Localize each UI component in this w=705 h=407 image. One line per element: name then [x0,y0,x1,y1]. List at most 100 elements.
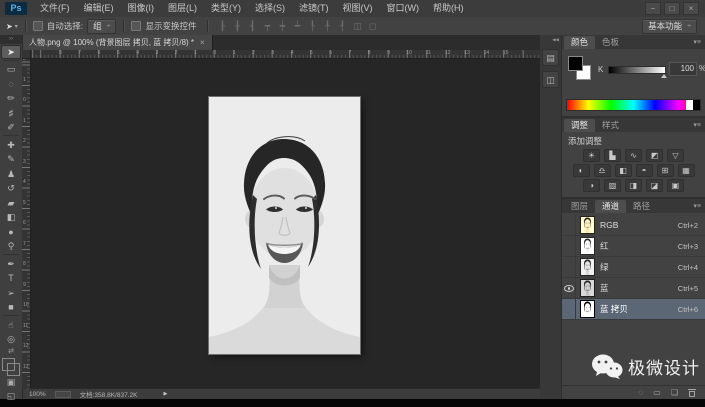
history-brush-tool[interactable]: ↺ [1,181,21,195]
exposure-adjustment-icon[interactable]: ◩ [646,149,663,162]
threshold-adjustment-icon[interactable]: ◨ [625,179,642,192]
channel-thumbnail[interactable] [581,259,594,275]
color-panel-menu-icon[interactable]: ▾≡ [693,38,701,46]
current-tool-indicator[interactable]: ➤ ▾ [6,22,18,31]
distribute-right-edges-icon[interactable]: ┦ [337,21,347,32]
document-tab[interactable]: 人物.png @ 100% (背景图层 拷贝, 蓝 拷贝/8) * × [22,35,213,50]
channel-row[interactable]: 绿Ctrl+4 [562,257,705,278]
blur-tool[interactable]: ● [1,225,21,239]
show-transform-controls-checkbox[interactable] [131,21,141,31]
layers-tab-0[interactable]: 图层 [564,200,595,213]
layers-panel-menu-icon[interactable]: ▾≡ [693,202,701,210]
color-spectrum-ramp[interactable] [566,99,701,111]
delete-channel-button[interactable] [688,389,696,397]
visibility-toggle[interactable] [562,215,576,235]
quick-mask-mode-button[interactable]: ▣ [7,377,16,388]
channel-thumbnail[interactable] [581,217,594,233]
menubar-item-8[interactable]: 窗口(W) [380,0,427,17]
rectangular-marquee-tool[interactable]: ▭ [1,62,21,76]
swap-colors-icon[interactable]: ⇄ [8,348,14,356]
menubar-item-3[interactable]: 图层(L) [161,0,204,17]
menubar-item-2[interactable]: 图像(I) [121,0,162,17]
align-right-edges-icon[interactable]: ┨ [247,21,257,32]
adjustments-panel-menu-icon[interactable]: ▾≡ [693,121,701,129]
visibility-toggle[interactable] [562,236,576,256]
crop-tool[interactable]: ♯ [1,106,21,120]
canvas-image[interactable] [209,97,360,354]
layers-tab-1[interactable]: 通道 [595,200,626,213]
path-selection-tool[interactable]: ➢ [1,286,21,300]
slider-handle-icon[interactable] [661,74,667,78]
black-swatch[interactable] [693,100,700,110]
auto-align-layers-icon[interactable]: ◫ [352,21,362,32]
visibility-toggle[interactable] [562,278,576,298]
align-vertical-centers-icon[interactable]: ┿ [277,21,287,32]
menubar-item-1[interactable]: 编辑(E) [77,0,121,17]
auto-select-checkbox[interactable] [33,21,43,31]
curves-adjustment-icon[interactable]: ∿ [625,149,642,162]
menubar-item-5[interactable]: 选择(S) [248,0,292,17]
align-left-edges-icon[interactable]: ┠ [217,21,227,32]
align-bottom-edges-icon[interactable]: ┷ [292,21,302,32]
color-tab-0[interactable]: 颜色 [564,36,595,49]
distribute-left-edges-icon[interactable]: ┞ [307,21,317,32]
menubar-item-7[interactable]: 视图(V) [336,0,380,17]
vertical-ruler[interactable]: 21012345678910111213 [22,58,31,389]
distribute-centers-icon[interactable]: ╀ [322,21,332,32]
tab-close-icon[interactable]: × [200,38,205,47]
dodge-tool[interactable]: ⚲ [1,239,21,253]
menubar-item-4[interactable]: 类型(Y) [204,0,248,17]
channel-thumbnail[interactable] [581,280,594,296]
channel-row[interactable]: RGBCtrl+2 [562,215,705,236]
levels-adjustment-icon[interactable]: ▙ [604,149,621,162]
quick-selection-tool[interactable]: ✏ [1,91,21,105]
k-value-field[interactable]: 100 [669,62,697,76]
new-channel-button[interactable]: ❏ [671,388,678,397]
black-white-adjustment-icon[interactable]: ◧ [615,164,632,177]
photo-filter-adjustment-icon[interactable]: ◓ [636,164,653,177]
workspace-switcher-dropdown[interactable]: 基本功能 ÷ [642,19,697,34]
auto-select-target-dropdown[interactable]: 组 ÷ [87,19,116,34]
eyedropper-tool[interactable]: ✐ [1,120,21,134]
channel-thumbnail[interactable] [581,238,594,254]
history-panel-icon[interactable]: ▤ [542,49,559,66]
align-horizontal-centers-icon[interactable]: ╂ [232,21,242,32]
horizontal-ruler[interactable]: 876543210123456789101112131415 [30,50,540,59]
load-channel-as-selection-button[interactable]: ◌ [639,388,644,397]
close-button[interactable]: × [683,2,699,15]
gradient-map-adjustment-icon[interactable]: ◪ [646,179,663,192]
color-lookup-adjustment-icon[interactable]: ▦ [678,164,695,177]
adjustments-tab-0[interactable]: 调整 [564,119,595,132]
screen-mode-button[interactable]: ◱ [7,391,16,402]
3d-mode-icon[interactable]: ◻ [367,21,377,32]
channel-row[interactable]: 蓝 拷贝Ctrl+6 [562,299,705,320]
maximize-button[interactable]: □ [664,2,680,15]
zoom-level-field[interactable]: 100% [29,391,46,398]
properties-panel-icon[interactable]: ◫ [542,71,559,88]
panel-foreground-swatch[interactable] [568,56,583,71]
white-swatch[interactable] [686,100,693,110]
adjustments-tab-1[interactable]: 样式 [595,119,626,132]
background-color-swatch[interactable] [7,363,20,376]
brightness-contrast-adjustment-icon[interactable]: ☀ [583,149,600,162]
channel-row[interactable]: 蓝Ctrl+5 [562,278,705,299]
align-top-edges-icon[interactable]: ┯ [262,21,272,32]
brush-tool[interactable]: ✎ [1,152,21,166]
eraser-tool[interactable]: ▰ [1,196,21,210]
visibility-toggle[interactable] [562,299,576,319]
layers-tab-2[interactable]: 路径 [626,200,657,213]
zoom-tool[interactable]: ◎ [1,332,21,346]
color-balance-adjustment-icon[interactable]: ♎ [594,164,611,177]
lasso-tool[interactable]: ◌ [1,77,21,91]
color-tab-1[interactable]: 色板 [595,36,626,49]
menubar-item-0[interactable]: 文件(F) [33,0,77,17]
save-selection-as-channel-button[interactable]: ▭ [653,388,661,397]
minimize-button[interactable]: − [645,2,661,15]
visibility-toggle[interactable] [562,257,576,277]
spot-healing-brush-tool[interactable]: ✚ [1,138,21,152]
rectangle-tool[interactable]: ■ [1,300,21,314]
channel-row[interactable]: 红Ctrl+3 [562,236,705,257]
selective-color-adjustment-icon[interactable]: ▣ [667,179,684,192]
clone-stamp-tool[interactable]: ♟ [1,167,21,181]
dock-collapse-button[interactable]: ◀◀ [540,35,561,44]
